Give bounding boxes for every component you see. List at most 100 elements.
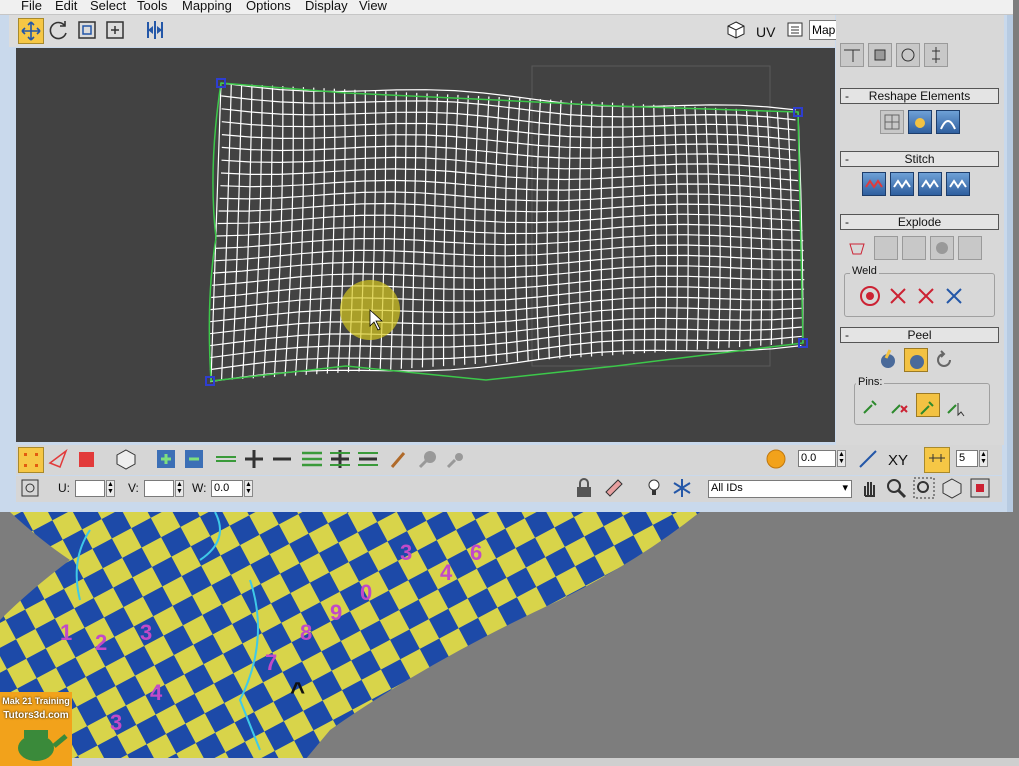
uv-canvas[interactable]	[16, 48, 835, 442]
stitch-to-source-button[interactable]	[918, 172, 942, 196]
select-pinned-button[interactable]	[944, 393, 968, 417]
ring-grow-button[interactable]	[328, 447, 354, 473]
falloff-type-button[interactable]	[856, 447, 882, 473]
v-spinner[interactable]: ▲ ▼	[175, 480, 184, 497]
grid-snap-button[interactable]	[924, 447, 950, 473]
falloff-spinner-arrows[interactable]: ▲ ▼	[837, 450, 846, 467]
show-button[interactable]	[642, 476, 668, 502]
weld-threshold-button[interactable]	[942, 284, 966, 308]
quick-peel-button[interactable]	[876, 348, 900, 372]
xy-label[interactable]: XY	[888, 452, 908, 469]
freeform-button[interactable]	[103, 18, 129, 44]
menu-select[interactable]: Select	[90, 0, 126, 13]
paint-grow-button[interactable]	[416, 447, 442, 473]
straighten-button[interactable]	[868, 43, 892, 67]
menu-display[interactable]: Display	[305, 0, 348, 13]
mirror-button[interactable]	[143, 18, 169, 44]
move-button[interactable]	[18, 18, 44, 44]
loop-button[interactable]	[214, 447, 240, 473]
peel-rollout-header[interactable]: - Peel	[840, 327, 999, 343]
reshape-rollout-header[interactable]: - Reshape Elements	[840, 88, 999, 104]
ring-button[interactable]	[300, 447, 326, 473]
edit-uvws-window: File Edit Select Tools Mapping Options D…	[0, 0, 1013, 512]
loop-grow-button[interactable]	[242, 447, 268, 473]
face-mode-button[interactable]	[74, 447, 100, 473]
rotate-90-button[interactable]	[896, 43, 920, 67]
menu-view[interactable]: View	[359, 0, 387, 13]
detach-button[interactable]	[874, 236, 898, 260]
flatten-by-smoothing-button[interactable]	[930, 236, 954, 260]
flatten-by-material-button[interactable]	[958, 236, 982, 260]
weld-target-button[interactable]	[858, 284, 882, 308]
weld-all-button[interactable]	[914, 284, 938, 308]
w-field[interactable]: 0.0	[211, 480, 243, 497]
u-spinner[interactable]: ▲ ▼	[106, 480, 115, 497]
vertex-mode-button[interactable]	[18, 447, 44, 473]
menu-edit[interactable]: Edit	[55, 0, 77, 13]
flatten-button[interactable]	[902, 236, 926, 260]
stitch-custom-button[interactable]	[946, 172, 970, 196]
watermark-logo: Mak 21 Training Tutors3d.com	[0, 692, 72, 766]
freeze-button[interactable]	[670, 476, 696, 502]
grid-icon	[884, 114, 900, 130]
menu-file[interactable]: File	[21, 0, 42, 13]
snap-button[interactable]	[968, 476, 994, 502]
align-button[interactable]	[840, 43, 864, 67]
edge-mode-button[interactable]	[46, 447, 72, 473]
reshape-tools	[880, 110, 960, 134]
element-icon	[116, 449, 136, 470]
paint-shrink-button[interactable]	[444, 447, 470, 473]
break-button[interactable]	[846, 236, 870, 260]
soft-selection-button[interactable]	[764, 447, 790, 473]
straighten-icon	[874, 49, 886, 61]
scale-button[interactable]	[75, 18, 101, 44]
menu-options[interactable]: Options	[246, 0, 291, 13]
straighten-selection-button[interactable]	[880, 110, 904, 134]
shrink-icon	[185, 450, 203, 468]
v-field[interactable]	[144, 480, 174, 497]
falloff-spinner[interactable]: 0.0	[798, 450, 836, 467]
menu-mapping[interactable]: Mapping	[182, 0, 232, 13]
uv-cube-button[interactable]	[725, 18, 747, 42]
stitch-rollout-header[interactable]: - Stitch	[840, 151, 999, 167]
zoom-region-button[interactable]	[912, 476, 938, 502]
reset-peel-button[interactable]	[932, 348, 956, 372]
edit-pins-button[interactable]	[860, 393, 884, 417]
zoom-button[interactable]	[884, 476, 910, 502]
hide-button[interactable]	[602, 476, 628, 502]
space-vertical-button[interactable]	[924, 43, 948, 67]
map-list-button[interactable]	[785, 18, 805, 40]
grid-count-arrows[interactable]: ▲ ▼	[979, 450, 988, 467]
relax-button[interactable]	[908, 110, 932, 134]
svg-text:3: 3	[110, 710, 122, 735]
grow-selection-button[interactable]	[154, 447, 180, 473]
svg-text:4: 4	[150, 680, 163, 705]
material-id-dropdown[interactable]: All IDs ▾	[708, 480, 852, 498]
zoom-extents-button[interactable]	[940, 476, 966, 502]
weld-selected-button[interactable]	[886, 284, 910, 308]
ring-shrink-button[interactable]	[356, 447, 382, 473]
rotate-button[interactable]	[47, 18, 73, 44]
pan-button[interactable]	[858, 476, 884, 502]
freeform-icon	[106, 21, 124, 39]
lock-selection-button[interactable]	[572, 476, 598, 502]
element-mode-button[interactable]	[114, 447, 140, 473]
zoom-icon	[887, 479, 907, 499]
grid-count-field[interactable]: 5	[956, 450, 978, 467]
loop-shrink-button[interactable]	[270, 447, 296, 473]
brush-shrink-icon	[446, 453, 463, 469]
shrink-selection-button[interactable]	[182, 447, 208, 473]
u-field[interactable]	[75, 480, 105, 497]
stitch-average-button[interactable]	[890, 172, 914, 196]
relax-by-face-button[interactable]	[936, 110, 960, 134]
delete-pins-button[interactable]	[888, 393, 912, 417]
auto-pin-moved-button[interactable]	[916, 393, 940, 417]
menu-tools[interactable]: Tools	[137, 0, 167, 13]
paint-select-button[interactable]	[388, 447, 414, 473]
explode-rollout-header[interactable]: - Explode	[840, 214, 999, 230]
w-spinner[interactable]: ▲ ▼	[244, 480, 253, 497]
stitch-to-target-button[interactable]	[862, 172, 886, 196]
peel-mode-button[interactable]	[904, 348, 928, 372]
vertex-icon	[24, 453, 38, 467]
absolute-relative-button[interactable]	[18, 476, 44, 502]
